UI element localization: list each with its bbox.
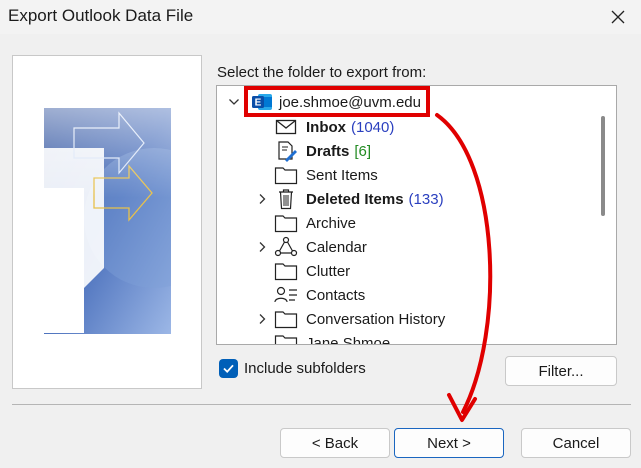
chevron-right-icon[interactable]: [255, 240, 269, 254]
folder-icon: [274, 163, 298, 187]
title-bar: Export Outlook Data File: [0, 0, 641, 34]
folder-tree[interactable]: E joe.shmoe@uvm.edu Inbox (1040) Drafts …: [216, 85, 617, 345]
wizard-illustration: [44, 108, 171, 334]
tree-scrollbar-thumb[interactable]: [601, 116, 605, 216]
inbox-count: (1040): [351, 118, 395, 136]
include-subfolders-row[interactable]: Include subfolders: [219, 359, 366, 378]
mail-envelope-icon: [274, 115, 298, 139]
contacts-label: Contacts: [306, 286, 366, 304]
chevron-down-icon[interactable]: [227, 95, 241, 109]
tree-item-contacts[interactable]: Contacts: [217, 283, 577, 307]
tree-item-inbox[interactable]: Inbox (1040): [217, 115, 577, 139]
close-icon: [611, 10, 625, 24]
folder-icon: [274, 331, 298, 344]
calendar-label: Calendar: [306, 238, 367, 256]
tree-item-archive[interactable]: Archive: [217, 211, 577, 235]
drafts-count: [6]: [354, 142, 372, 160]
tree-item-deleted-items[interactable]: Deleted Items (133): [217, 187, 577, 211]
tree-item-drafts[interactable]: Drafts [6]: [217, 139, 577, 163]
include-subfolders-label: Include subfolders: [244, 360, 366, 377]
drafts-label: Drafts: [306, 142, 350, 160]
tree-item-jane-shmoe[interactable]: Jane Shmoe: [217, 331, 577, 345]
calendar-icon: [274, 235, 298, 259]
account-highlight-annotation: [244, 86, 430, 117]
tree-item-sent-items[interactable]: Sent Items: [217, 163, 577, 187]
deleted-items-count: (133): [408, 190, 444, 208]
archive-label: Archive: [306, 214, 357, 232]
chevron-right-icon[interactable]: [255, 192, 269, 206]
filter-button[interactable]: Filter...: [505, 356, 617, 386]
clutter-label: Clutter: [306, 262, 351, 280]
draft-pencil-icon: [274, 139, 298, 163]
window-title: Export Outlook Data File: [8, 6, 194, 25]
footer-separator: [12, 404, 631, 405]
deleted-items-label: Deleted Items: [306, 190, 404, 208]
include-subfolders-checkbox[interactable]: [219, 359, 238, 378]
trash-icon: [274, 187, 298, 211]
cancel-button[interactable]: Cancel: [521, 428, 631, 458]
back-button[interactable]: < Back: [280, 428, 390, 458]
folder-icon: [274, 259, 298, 283]
sent-items-label: Sent Items: [306, 166, 378, 184]
checkmark-icon: [223, 364, 234, 374]
inbox-label: Inbox: [306, 118, 346, 136]
contacts-icon: [274, 283, 298, 307]
wizard-side-panel: [12, 55, 202, 389]
folder-icon: [274, 211, 298, 235]
conversation-history-label: Conversation History: [306, 310, 446, 328]
tree-item-clutter[interactable]: Clutter: [217, 259, 577, 283]
close-button[interactable]: [595, 0, 641, 34]
jane-shmoe-label: Jane Shmoe: [306, 334, 391, 345]
folder-prompt-label: Select the folder to export from:: [217, 64, 427, 81]
folder-icon: [274, 307, 298, 331]
next-button[interactable]: Next >: [394, 428, 504, 458]
tree-item-calendar[interactable]: Calendar: [217, 235, 577, 259]
chevron-right-icon[interactable]: [255, 312, 269, 326]
tree-item-conversation-history[interactable]: Conversation History: [217, 307, 577, 331]
